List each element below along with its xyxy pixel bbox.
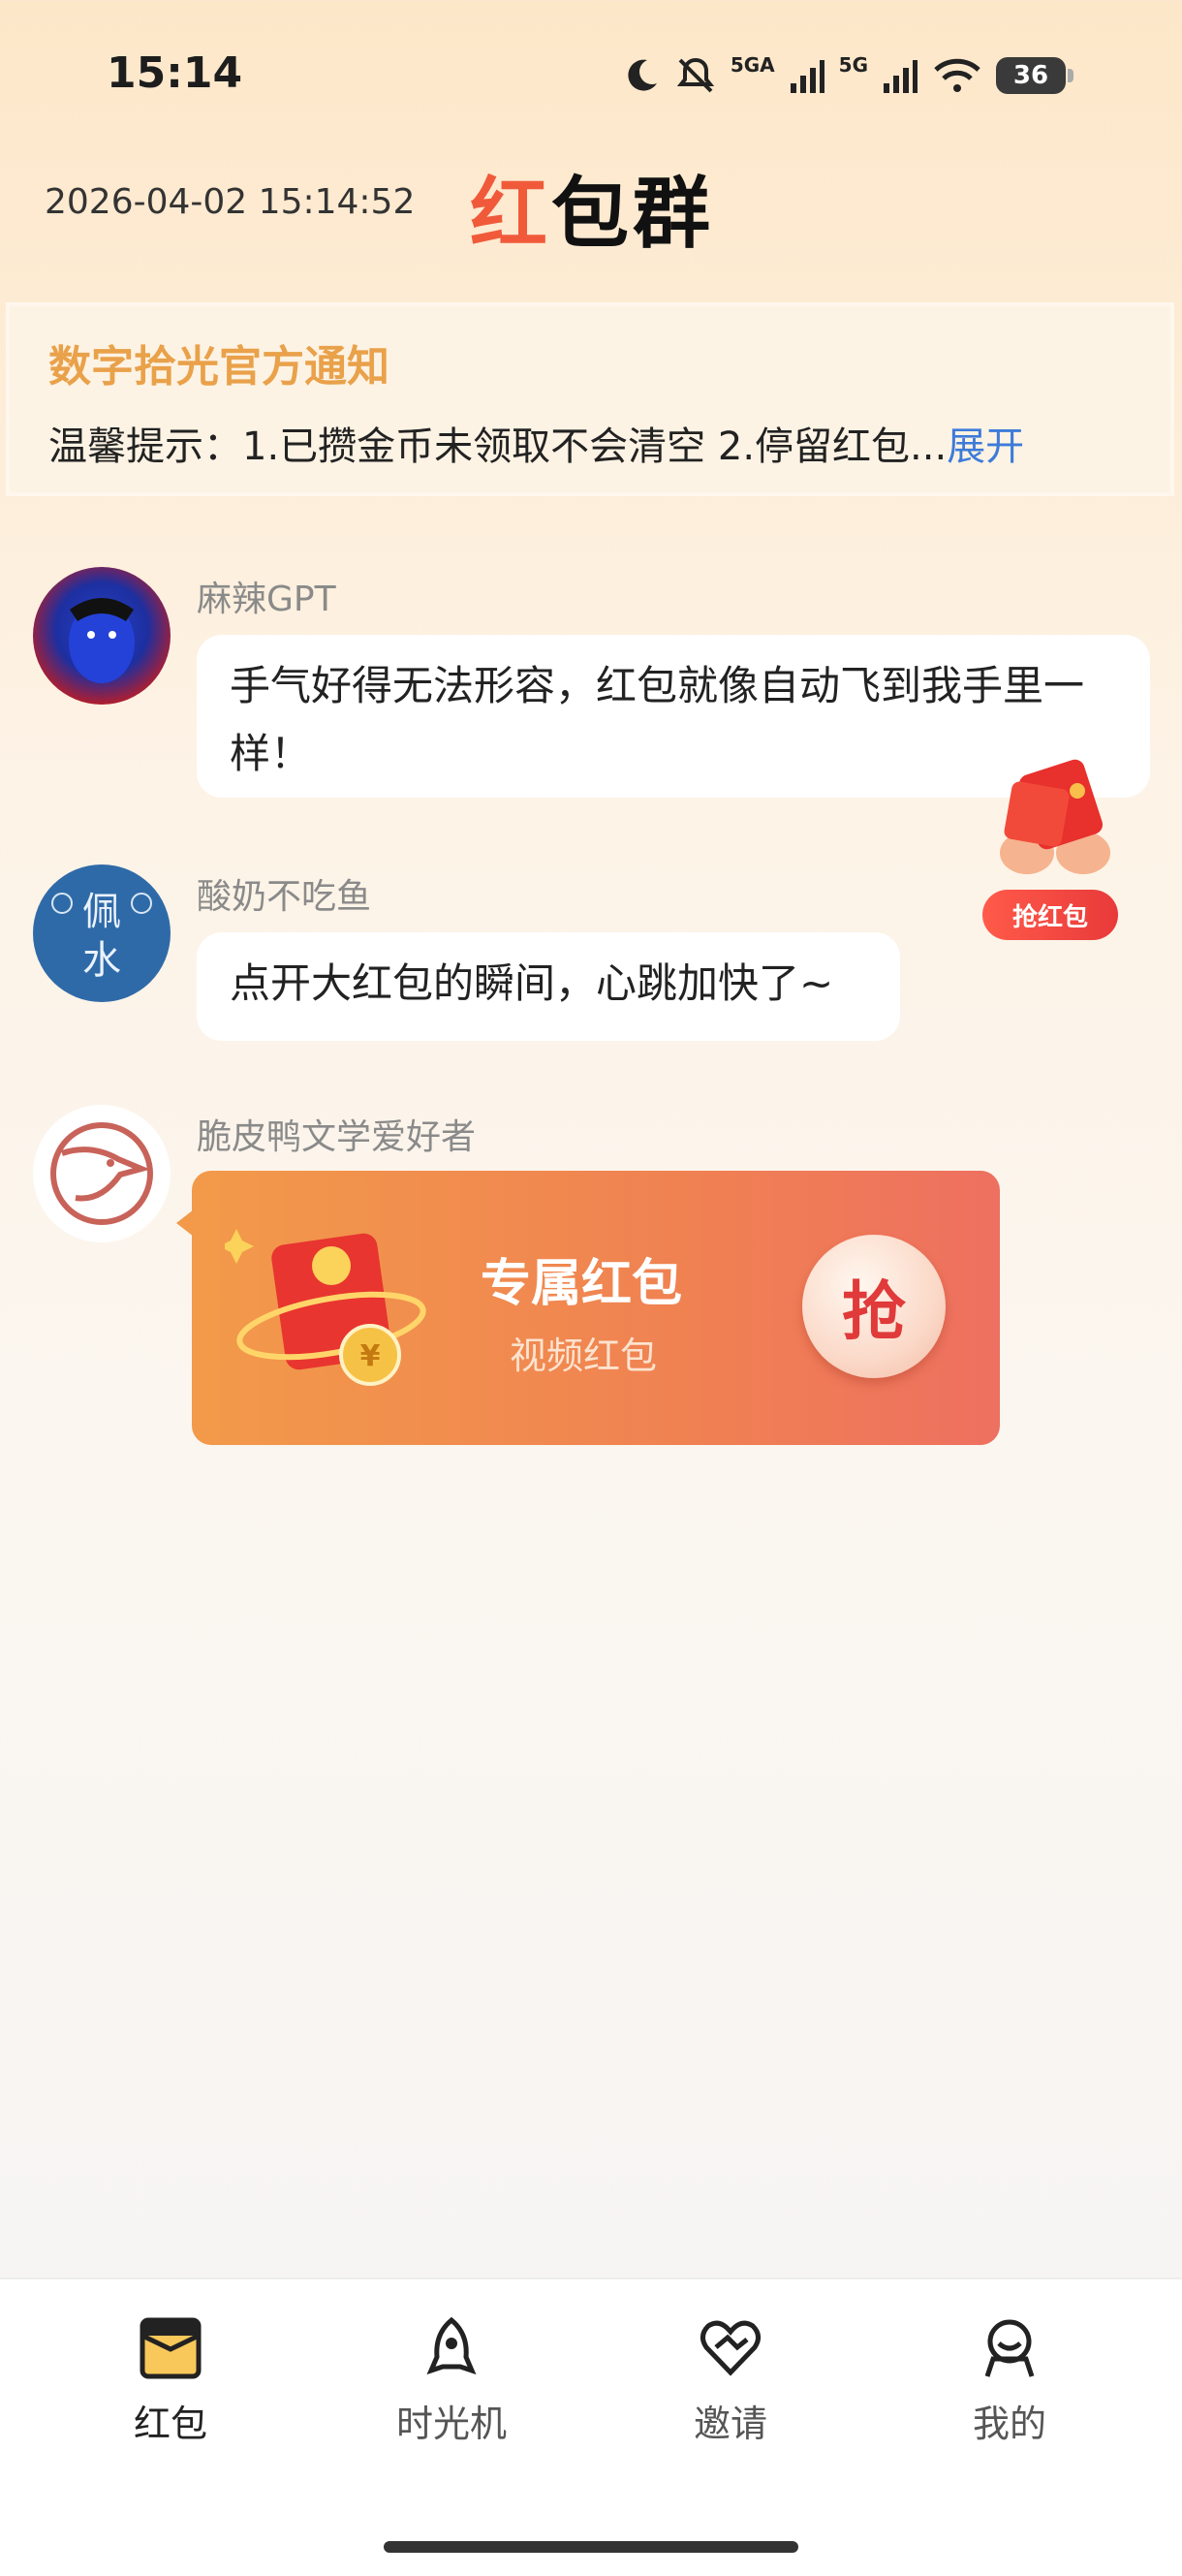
floating-grab-redpacket[interactable]: 抢红包 — [969, 746, 1143, 940]
user-icon — [984, 2319, 1035, 2377]
notice-body: 温馨提示：1.已攒金币未领取不会清空 2.停留红包... — [48, 424, 948, 469]
redpacket-subtitle: 视频红包 — [510, 1335, 658, 1377]
red-envelope-coins-icon: ¥ — [225, 1229, 426, 1386]
sender-name: 酸奶不吃鱼 — [197, 877, 372, 917]
sender-name: 脆皮鸭文学爱好者 — [197, 1117, 477, 1157]
signal-icon-2 — [884, 60, 918, 93]
red-envelope-hands-icon — [1000, 759, 1110, 874]
network-5ga-label: 5GA — [730, 53, 775, 77]
mute-bell-icon — [676, 57, 715, 93]
tab-label: 邀请 — [693, 2403, 767, 2445]
bottom-tab-bar: 红包 时光机 邀请 我的 — [0, 2278, 1182, 2576]
rocket-icon — [426, 2316, 477, 2375]
tab-invite[interactable]: 邀请 — [634, 2314, 827, 2447]
redpacket-title: 专属红包 — [481, 1255, 683, 1313]
exclusive-redpacket-card[interactable]: ¥ 专属红包 视频红包 抢 — [176, 1171, 1000, 1445]
avatar-duck-icon — [50, 1122, 153, 1225]
grab-redpacket-button[interactable]: 抢红包 — [982, 890, 1118, 940]
avatar[interactable] — [33, 1105, 171, 1242]
notice-expand-link[interactable]: 展开 — [947, 424, 1024, 469]
tab-label: 红包 — [133, 2403, 207, 2445]
current-datetime: 2026-04-02 15:14:52 — [45, 182, 416, 222]
avatar[interactable]: 佩 水 — [33, 864, 171, 1002]
official-notice: 数字拾光官方通知 温馨提示：1.已攒金币未领取不会清空 2.停留红包...展开 — [6, 302, 1174, 496]
avatar-figure-icon — [69, 598, 135, 683]
avatar-char-top: 佩 — [82, 890, 121, 934]
moon-icon — [628, 59, 657, 91]
message-bubble: 点开大红包的瞬间，心跳加快了~ — [197, 932, 900, 1041]
title-part-2: 包群 — [551, 169, 714, 259]
wifi-icon — [934, 58, 980, 92]
avatar[interactable] — [33, 567, 171, 705]
sender-name: 麻辣GPT — [197, 580, 336, 619]
tab-mine[interactable]: 我的 — [913, 2314, 1106, 2447]
notice-text: 温馨提示：1.已攒金币未领取不会清空 2.停留红包...展开 — [48, 415, 1024, 471]
tab-label: 我的 — [972, 2403, 1046, 2445]
notice-title: 数字拾光官方通知 — [48, 342, 389, 392]
tab-redpacket[interactable]: 红包 — [74, 2314, 267, 2447]
tab-label: 时光机 — [395, 2403, 507, 2445]
avatar-char-bottom: 水 — [82, 938, 121, 983]
home-indicator[interactable] — [384, 2541, 798, 2553]
page-title: 红包群 — [470, 151, 714, 264]
title-part-1: 红 — [470, 169, 551, 259]
heart-icon — [700, 2320, 761, 2376]
grab-button[interactable]: 抢 — [802, 1235, 946, 1378]
status-icons: 5GA 5G 36 — [622, 48, 1073, 103]
status-time: 15:14 — [107, 48, 243, 98]
battery-icon: 36 — [996, 57, 1073, 94]
signal-icon — [790, 60, 824, 93]
avatar-calligraphy-icon: 佩 水 — [51, 890, 152, 983]
tab-time-machine[interactable]: 时光机 — [355, 2314, 548, 2447]
red-envelope-icon — [140, 2317, 202, 2379]
network-5g-label: 5G — [838, 53, 868, 77]
status-bar: 15:14 5GA 5G 36 — [0, 0, 1182, 145]
svg-text:¥: ¥ — [360, 1339, 381, 1373]
